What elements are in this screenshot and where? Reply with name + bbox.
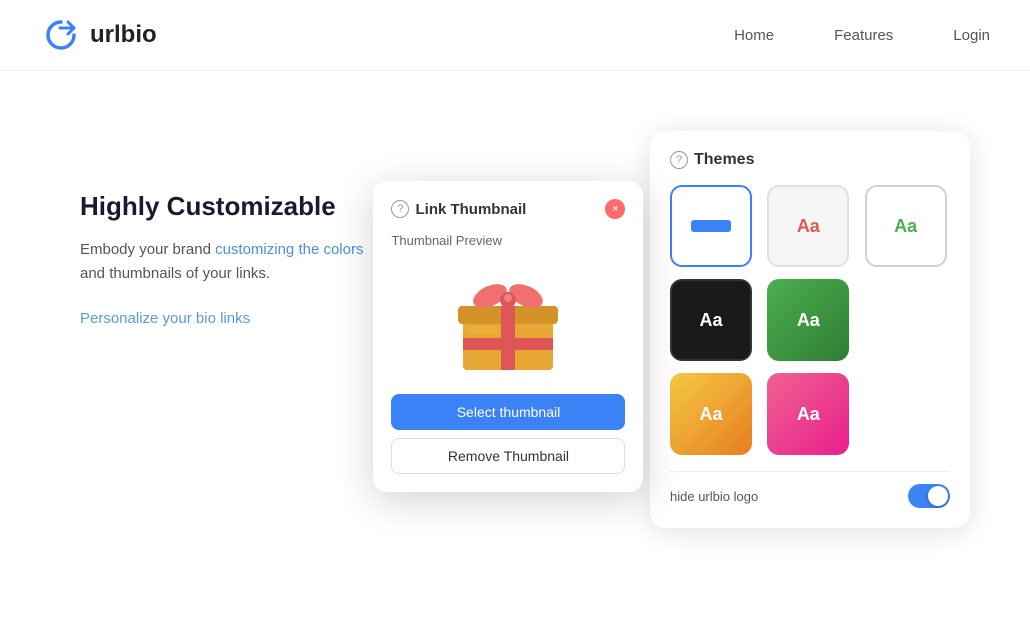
hide-logo-row: hide urlbio logo <box>670 471 950 508</box>
modal-title-area: ? Link Thumbnail <box>391 200 526 218</box>
theme-item-2[interactable]: Aa <box>767 185 849 267</box>
theme-2-aa: Aa <box>797 216 820 237</box>
nav-features[interactable]: Features <box>834 27 893 44</box>
page-title: Highly Customizable <box>80 191 363 222</box>
hero-description: Embody your brand customizing the colors… <box>80 238 363 286</box>
remove-thumbnail-button[interactable]: Remove Thumbnail <box>391 438 625 474</box>
theme-4-aa: Aa <box>699 310 722 331</box>
logo: urlbio <box>40 14 157 56</box>
toggle-knob <box>928 486 948 506</box>
themes-header: ? Themes <box>670 151 950 169</box>
hide-logo-label: hide urlbio logo <box>670 489 758 504</box>
theme-item-5[interactable]: Aa <box>767 279 849 361</box>
theme-5-aa: Aa <box>797 310 820 331</box>
theme-item-4[interactable]: Aa <box>670 279 752 361</box>
theme-7-aa: Aa <box>797 404 820 425</box>
themes-panel: ? Themes Aa Aa Aa <box>650 131 970 528</box>
personalize-link[interactable]: Personalize your bio links <box>80 310 250 327</box>
theme-item-7[interactable]: Aa <box>767 373 849 455</box>
nav-home[interactable]: Home <box>734 27 774 44</box>
modal-help-icon[interactable]: ? <box>391 200 409 218</box>
themes-grid: Aa Aa Aa Aa Aa <box>670 185 950 455</box>
theme-3-aa: Aa <box>894 216 917 237</box>
nav-login[interactable]: Login <box>953 27 990 44</box>
main-content: Highly Customizable Embody your brand cu… <box>0 71 1030 631</box>
thumbnail-image-area <box>391 258 625 378</box>
theme-6-aa: Aa <box>699 404 722 425</box>
gift-box-image <box>448 258 568 378</box>
modal-title: Link Thumbnail <box>415 201 526 218</box>
main-nav: Home Features Login <box>734 27 990 44</box>
left-section: Highly Customizable Embody your brand cu… <box>80 131 363 591</box>
preview-label: Thumbnail Preview <box>391 233 625 248</box>
thumbnail-modal: ? Link Thumbnail × Thumbnail Preview <box>373 181 643 492</box>
header: urlbio Home Features Login <box>0 0 1030 71</box>
right-section: ? Link Thumbnail × Thumbnail Preview <box>363 131 990 591</box>
themes-title: Themes <box>694 151 754 169</box>
theme-item-3[interactable]: Aa <box>865 185 947 267</box>
theme-item-1[interactable] <box>670 185 752 267</box>
select-thumbnail-button[interactable]: Select thumbnail <box>391 394 625 430</box>
modal-header: ? Link Thumbnail × <box>391 199 625 219</box>
modal-close-button[interactable]: × <box>605 199 625 219</box>
logo-icon <box>40 14 82 56</box>
theme-1-bar <box>691 220 731 232</box>
hide-logo-toggle[interactable] <box>908 484 950 508</box>
themes-help-icon[interactable]: ? <box>670 151 688 169</box>
theme-item-6[interactable]: Aa <box>670 373 752 455</box>
logo-text: urlbio <box>90 21 157 49</box>
